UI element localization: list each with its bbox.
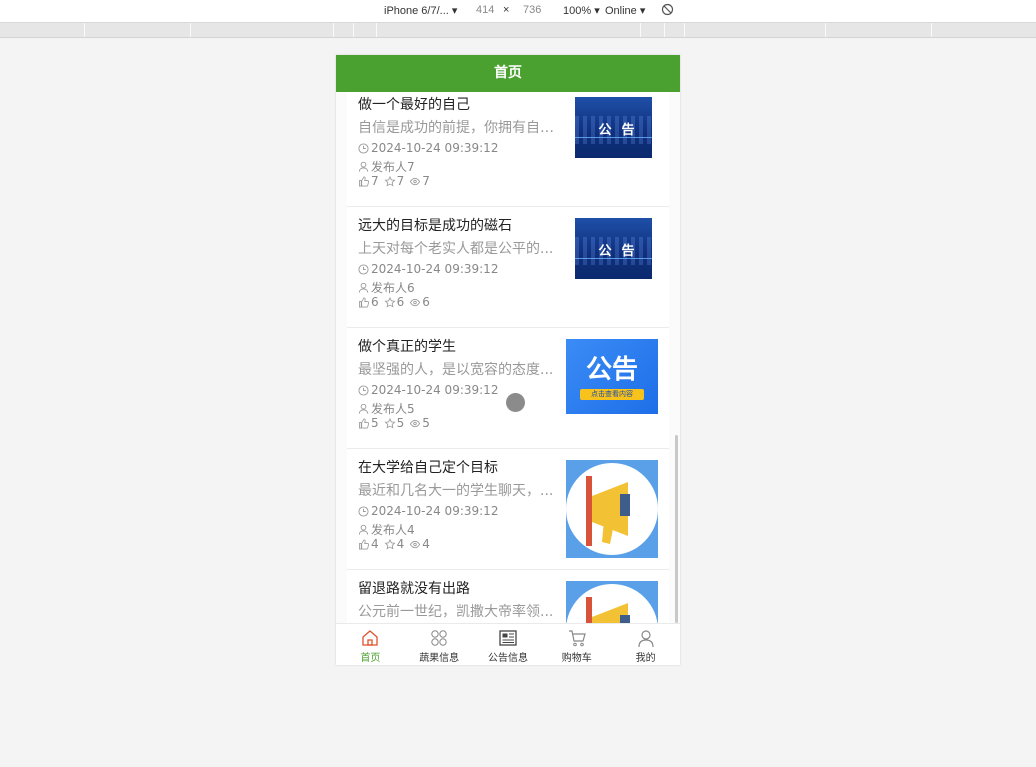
- tab-notices[interactable]: 公告信息: [474, 624, 543, 665]
- post-card[interactable]: 远大的目标是成功的磁石 上天对每个老实人都是公平的... 2024-10-24 …: [347, 207, 669, 328]
- megaphone-thumbnail[interactable]: [566, 460, 658, 558]
- post-author: 发布人5: [358, 400, 415, 417]
- star-icon[interactable]: [384, 175, 396, 187]
- device-select[interactable]: iPhone 6/7/... ▾: [384, 4, 457, 17]
- page-header: 首页: [336, 55, 680, 92]
- devtools-toolbar: iPhone 6/7/... ▾ 414 × 736 100% ▾ Online…: [0, 0, 1036, 23]
- grid-icon: [431, 630, 447, 646]
- thumbs-up-icon[interactable]: [358, 297, 370, 308]
- notice-thumbnail[interactable]: 公告: [575, 97, 652, 158]
- thumbs-up-icon[interactable]: [358, 176, 370, 187]
- post-time: 2024-10-24 09:39:12: [358, 504, 498, 518]
- eye-icon: [410, 419, 421, 427]
- post-summary: 公元前一世纪，凯撒大帝率领...: [358, 604, 554, 620]
- post-author: 发布人7: [358, 158, 415, 175]
- home-icon: [362, 630, 379, 646]
- post-stats: 4 4 4: [358, 537, 435, 551]
- star-icon[interactable]: [384, 417, 396, 429]
- post-stats: 5 5 5: [358, 416, 435, 430]
- scrollbar-thumb[interactable]: [675, 435, 678, 623]
- post-title: 做个真正的学生: [358, 339, 456, 355]
- viewport-width[interactable]: 414: [476, 4, 494, 16]
- tab-cart[interactable]: 购物车: [542, 624, 611, 665]
- cart-icon: [568, 630, 586, 647]
- clock-icon: [358, 263, 369, 275]
- post-summary: 最近和几名大一的学生聊天，...: [358, 483, 554, 499]
- star-icon[interactable]: [384, 538, 396, 550]
- post-stats: 7 7 7: [358, 174, 435, 188]
- tab-home[interactable]: 首页: [336, 624, 405, 665]
- post-summary: 最坚强的人，是以宽容的态度...: [358, 362, 554, 378]
- post-list[interactable]: 做一个最好的自己 自信是成功的前提，你拥有自信... 2024-10-24 09…: [347, 92, 669, 623]
- post-time: 2024-10-24 09:39:12: [358, 383, 498, 397]
- post-title: 在大学给自己定个目标: [358, 460, 498, 476]
- megaphone-thumbnail[interactable]: [566, 581, 658, 623]
- post-author: 发布人6: [358, 279, 415, 296]
- tab-mine[interactable]: 我的: [611, 624, 680, 665]
- media-query-ruler[interactable]: [0, 23, 1036, 38]
- post-time: 2024-10-24 09:39:12: [358, 141, 498, 155]
- clock-icon: [358, 384, 369, 396]
- eye-icon: [410, 177, 421, 185]
- post-summary: 上天对每个老实人都是公平的...: [358, 241, 554, 257]
- eye-icon: [410, 540, 421, 548]
- touch-cursor: [506, 393, 525, 412]
- throttle-select[interactable]: Online ▾: [605, 4, 645, 17]
- phone-viewport: 首页 做一个最好的自己 自信是成功的前提，你拥有自信... 2024-10-24…: [336, 55, 680, 665]
- eye-icon: [410, 298, 421, 306]
- rotate-icon[interactable]: [661, 3, 674, 19]
- tab-produce[interactable]: 蔬果信息: [405, 624, 474, 665]
- post-card[interactable]: 在大学给自己定个目标 最近和几名大一的学生聊天，... 2024-10-24 0…: [347, 449, 669, 570]
- person-icon: [358, 282, 369, 293]
- post-card[interactable]: 做个真正的学生 最坚强的人，是以宽容的态度... 2024-10-24 09:3…: [347, 328, 669, 449]
- zoom-select[interactable]: 100% ▾: [563, 4, 600, 17]
- person-icon: [358, 524, 369, 535]
- megaphone-icon: [566, 460, 658, 558]
- clock-icon: [358, 142, 369, 154]
- post-title: 做一个最好的自己: [358, 97, 470, 113]
- announcement-thumbnail[interactable]: 公告 点击查看内容: [566, 339, 658, 414]
- bottom-tab-bar: 首页 蔬果信息 公告信息 购物车 我的: [336, 623, 680, 665]
- post-card[interactable]: 做一个最好的自己 自信是成功的前提，你拥有自信... 2024-10-24 09…: [347, 92, 669, 207]
- person-icon: [358, 161, 369, 172]
- page-title: 首页: [494, 65, 522, 81]
- thumbs-up-icon[interactable]: [358, 539, 370, 550]
- viewport-height[interactable]: 736: [523, 4, 541, 16]
- post-author: 发布人4: [358, 521, 415, 538]
- post-title: 留退路就没有出路: [358, 581, 470, 597]
- thumbs-up-icon[interactable]: [358, 418, 370, 429]
- post-title: 远大的目标是成功的磁石: [358, 218, 512, 234]
- post-summary: 自信是成功的前提，你拥有自信...: [358, 120, 556, 136]
- dimension-separator: ×: [503, 4, 510, 16]
- user-icon: [637, 630, 654, 648]
- megaphone-icon: [566, 581, 658, 623]
- newspaper-icon: [499, 630, 517, 646]
- clock-icon: [358, 505, 369, 517]
- post-card[interactable]: 留退路就没有出路 公元前一世纪，凯撒大帝率领...: [347, 570, 669, 623]
- person-icon: [358, 403, 369, 414]
- notice-thumbnail[interactable]: 公告: [575, 218, 652, 279]
- post-time: 2024-10-24 09:39:12: [358, 262, 498, 276]
- star-icon[interactable]: [384, 296, 396, 308]
- post-stats: 6 6 6: [358, 295, 435, 309]
